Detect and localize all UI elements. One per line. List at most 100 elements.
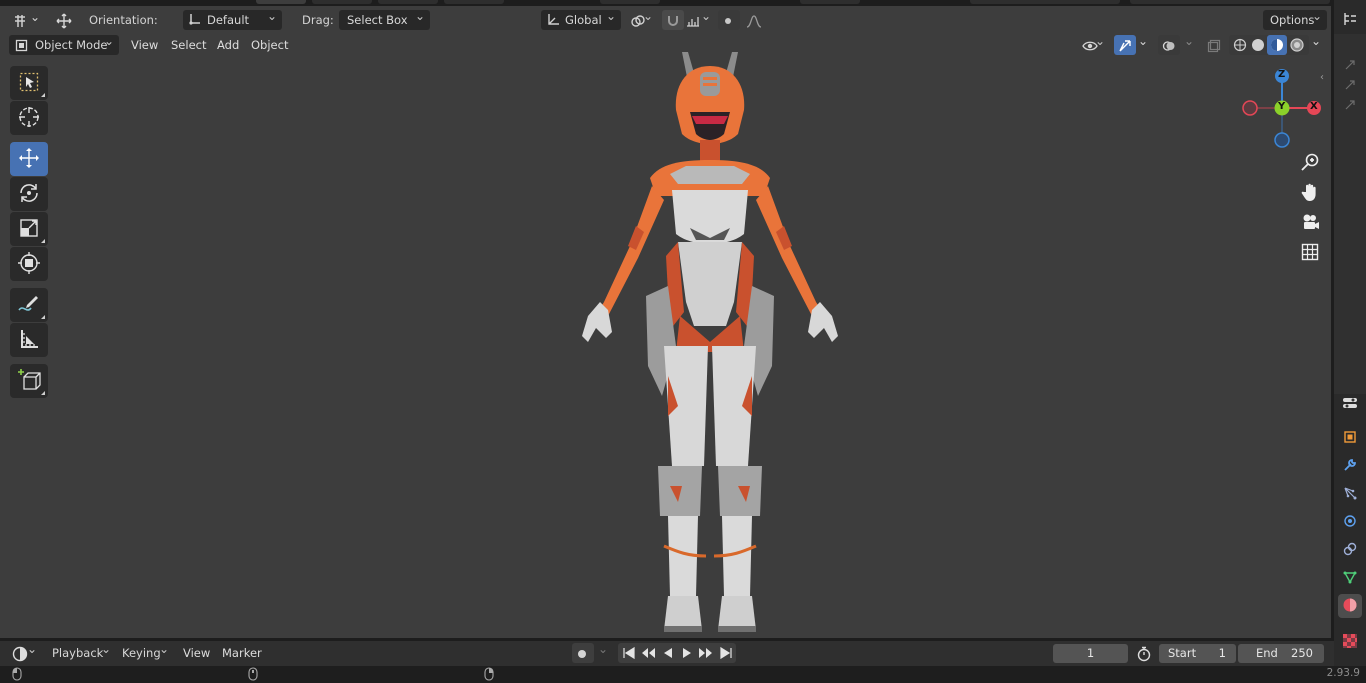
tab-modifiers[interactable] [1338,454,1362,478]
wireframe-shading-icon[interactable] [1233,38,1247,58]
play-reverse-icon[interactable] [661,646,675,666]
tab-particles[interactable] [1338,482,1362,506]
tool-variants-indicator [41,93,45,97]
tool-add-cube[interactable] [10,364,48,398]
end-frame-field[interactable]: End 250 [1238,644,1324,663]
pivot-point-dropdown[interactable] [624,6,658,30]
tool-select-box[interactable] [10,66,48,100]
properties-editor-type[interactable] [1338,392,1362,416]
prev-keyframe-icon[interactable] [640,646,656,666]
transform-orientation-dropdown[interactable]: Global [541,6,621,30]
start-frame-field[interactable]: Start 1 [1159,644,1236,663]
solid-shading-icon[interactable] [1251,38,1265,58]
workspace-tab[interactable] [444,0,504,4]
shading-dropdown[interactable]: ⌄ [1307,34,1323,55]
tab-material[interactable] [1338,594,1362,618]
mode-value: Object Mode [35,38,108,52]
stopwatch-icon [1136,646,1152,662]
tool-annotate[interactable] [10,288,48,322]
outliner-toggle[interactable] [1338,8,1362,32]
zoom-button[interactable] [1296,149,1324,177]
character-mesh-graphic [582,52,838,632]
snap-toggle[interactable] [662,10,684,30]
menu-view[interactable]: View [125,35,164,55]
tab-texture[interactable] [1338,630,1362,654]
menu-object[interactable]: Object [245,35,294,55]
next-keyframe-icon[interactable] [698,646,714,666]
3d-viewport[interactable]: ⌄ Orientation: Default Drag: Select Box … [0,6,1331,638]
move-icon [17,146,41,173]
gizmo-dropdown[interactable]: ⌄ [1134,34,1150,55]
snap-target-dropdown[interactable] [684,6,716,30]
wrench-icon [1343,458,1357,475]
overlays-dropdown[interactable]: ⌄ [1180,34,1196,55]
active-tool-button[interactable] [50,10,78,30]
workspace-tab[interactable] [600,0,660,4]
tool-move[interactable] [10,142,48,176]
workspace-tab[interactable] [378,0,438,4]
chevron-down-icon: ⌄ [1311,34,1322,48]
character-model[interactable] [540,46,880,636]
transform-icon [17,251,41,278]
jump-end-icon[interactable] [719,646,733,666]
current-frame-field[interactable]: 1 [1053,644,1128,663]
tab-object[interactable] [1338,426,1362,450]
tool-transform[interactable] [10,247,48,281]
ortho-toggle-button[interactable] [1296,239,1324,267]
editor-type-button[interactable] [6,639,42,663]
workspace-tab[interactable] [800,0,860,4]
editor-type-button[interactable]: ⌄ [6,10,40,30]
overlay-circles-icon [1162,39,1176,53]
keying-set-dropdown[interactable]: ⌄ [594,642,610,663]
gizmo-toggle[interactable] [1114,35,1136,55]
overlays-toggle[interactable] [1158,35,1180,55]
play-icon[interactable] [680,646,694,666]
orientation-label: Orientation: [89,13,158,27]
mode-dropdown[interactable]: Object Mode [9,31,119,55]
tool-scale[interactable] [10,212,48,246]
menu-marker[interactable]: Marker [216,643,268,663]
camera-view-button[interactable] [1296,209,1324,237]
menu-add[interactable]: Add [211,35,245,55]
menu-playback[interactable]: Playback [46,639,116,663]
measure-icon [18,328,40,353]
sidebar-toggle[interactable]: ‹ [1320,72,1330,83]
arrow-pointer-icon [1344,99,1356,114]
menu-select[interactable]: Select [165,35,212,55]
tab-constraints[interactable] [1338,538,1362,562]
end-label: End [1256,646,1278,660]
chevron-down-icon: ⌄ [1184,34,1195,48]
material-preview-shading-icon[interactable] [1267,35,1287,55]
particles-icon [1343,486,1357,503]
selectability-visibility-dropdown[interactable] [1076,31,1110,55]
proportional-falloff-dropdown[interactable] [740,10,770,30]
auto-keying-toggle[interactable] [572,643,594,663]
mouse-left-icon [12,667,22,683]
scene-selector[interactable] [970,0,1120,4]
start-label: Start [1168,646,1197,660]
tool-cursor[interactable] [10,101,48,135]
workspace-tab[interactable] [312,0,372,4]
jump-start-icon[interactable] [622,646,636,666]
navigation-gizmo[interactable]: Z X Y [1238,64,1328,154]
preview-range-toggle[interactable] [1133,643,1155,663]
snap-increment-icon [686,14,700,28]
menu-keying-label: Keying [122,646,161,660]
tab-data[interactable] [1338,566,1362,590]
rendered-shading-icon[interactable] [1290,38,1304,58]
view-layer-selector[interactable] [1130,0,1330,4]
orientation-dropdown[interactable]: Default [183,6,282,30]
options-dropdown[interactable]: Options [1263,6,1327,30]
tab-physics[interactable] [1338,510,1362,534]
chevron-down-icon: ⌄ [1138,34,1149,48]
pan-button[interactable] [1296,179,1324,207]
tool-measure[interactable] [10,323,48,357]
menu-keying[interactable]: Keying [116,639,174,663]
menu-view[interactable]: View [177,643,216,663]
proportional-editing-toggle[interactable] [718,10,740,30]
tool-rotate[interactable] [10,177,48,211]
workspace-tab-active[interactable] [256,0,306,4]
restrict-select[interactable] [1338,94,1362,118]
drag-dropdown[interactable]: Select Box [339,6,430,30]
xray-toggle[interactable] [1203,35,1225,55]
